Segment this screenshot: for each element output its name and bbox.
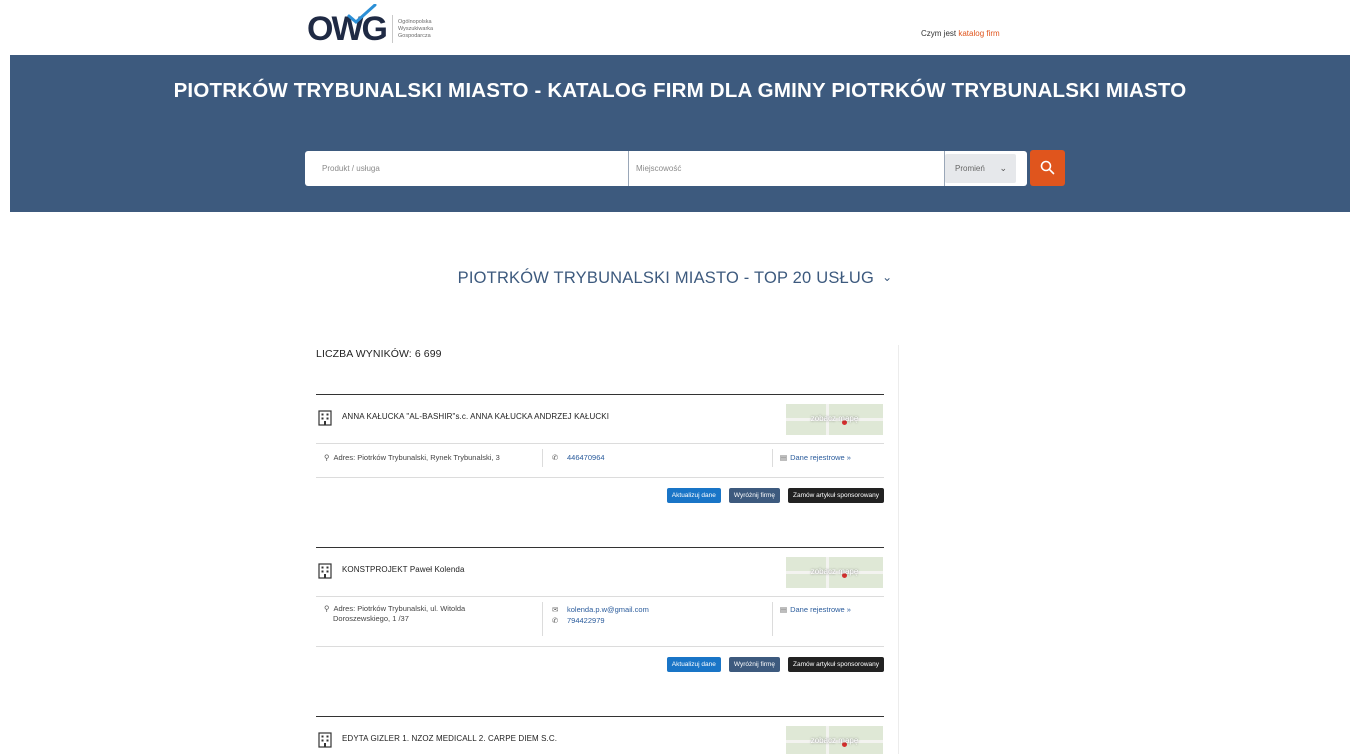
top20-services-toggle[interactable]: PIOTRKÓW TRYBUNALSKI MIASTO - TOP 20 USŁ… xyxy=(0,269,1350,288)
company-name[interactable]: ANNA KAŁUCKA "AL-BASHIR"s.c. ANNA KAŁUCK… xyxy=(342,412,609,421)
document-icon: ▤ xyxy=(780,453,788,462)
top-bar: OWG Ogólnopolska Wyszukiwarka Gospodarcz… xyxy=(0,0,1350,55)
product-search-input[interactable]: Produkt / usługa xyxy=(322,151,622,186)
feature-company-button[interactable]: Wyróżnij firmę xyxy=(728,488,781,503)
phone-icon: ✆ xyxy=(552,615,559,625)
update-data-button[interactable]: Aktualizuj dane xyxy=(666,488,721,503)
phone-icon: ✆ xyxy=(552,453,559,462)
order-article-button[interactable]: Zamów artykuł sponsorowany xyxy=(788,657,884,672)
column-separator xyxy=(772,602,773,636)
page-title: PIOTRKÓW TRYBUNALSKI MIASTO - KATALOG FI… xyxy=(173,79,1187,102)
card-header: KONSTPROJEKT Paweł Kolenda zobacz mapę xyxy=(316,548,884,596)
map-thumbnail[interactable]: zobacz mapę xyxy=(786,404,883,435)
card-divider xyxy=(316,477,884,478)
logo-text: Ogólnopolska Wyszukiwarka Gospodarcza xyxy=(397,18,434,39)
map-link-label: zobacz mapę xyxy=(810,414,859,423)
chevron-down-icon: ⌄ xyxy=(882,270,893,284)
what-is-catalog-link[interactable]: Czym jest katalog firm xyxy=(921,29,1000,38)
search-icon xyxy=(1040,160,1055,175)
city-search-input[interactable]: Miejscowość xyxy=(636,151,936,186)
hero-banner: PIOTRKÓW TRYBUNALSKI MIASTO - KATALOG FI… xyxy=(10,55,1350,212)
company-contacts: ✉ kolenda.p.w@gmail.com ✆ 794422979 xyxy=(552,605,649,626)
registry-data-link[interactable]: ▤ Dane rejestrowe » xyxy=(780,453,851,462)
feature-company-button[interactable]: Wyróżnij firmę xyxy=(728,657,781,672)
map-link-label: zobacz mapę xyxy=(810,736,859,745)
company-name[interactable]: KONSTPROJEKT Paweł Kolenda xyxy=(342,565,465,574)
document-icon: ▤ xyxy=(780,605,788,614)
logo-mark: OWG xyxy=(307,4,388,46)
registry-data-link[interactable]: ▤ Dane rejestrowe » xyxy=(780,605,851,614)
column-separator xyxy=(772,449,773,467)
company-phone[interactable]: ✆ 794422979 xyxy=(552,616,649,627)
chevron-down-icon: ⌄ xyxy=(999,163,1007,173)
radius-label: Promień xyxy=(955,164,985,173)
results-count: LICZBA WYNIKÓW: 6 699 xyxy=(316,348,442,360)
building-icon xyxy=(318,563,332,579)
column-separator xyxy=(542,602,543,636)
location-pin-icon: ⚲ xyxy=(324,453,330,462)
radius-select[interactable]: Promień ⌄ xyxy=(945,154,1016,183)
order-article-button[interactable]: Zamów artykuł sponsorowany xyxy=(788,488,884,503)
site-logo[interactable]: OWG Ogólnopolska Wyszukiwarka Gospodarcz… xyxy=(307,4,434,46)
company-phone[interactable]: ✆ 446470964 xyxy=(552,453,605,464)
column-divider xyxy=(898,345,899,754)
envelope-icon: ✉ xyxy=(552,605,559,614)
card-divider xyxy=(316,646,884,647)
card-header: EDYTA GIZLER 1. NZOZ MEDICALL 2. CARPE D… xyxy=(316,717,884,754)
map-link-label: zobacz mapę xyxy=(810,567,859,576)
card-header: ANNA KAŁUCKA "AL-BASHIR"s.c. ANNA KAŁUCK… xyxy=(316,395,884,443)
search-button[interactable] xyxy=(1030,150,1065,186)
map-thumbnail[interactable]: zobacz mapę xyxy=(786,557,883,588)
search-form: Produkt / usługa Miejscowość Promień ⌄ xyxy=(305,151,1027,186)
card-actions: Aktualizuj dane Wyróżnij firmę Zamów art… xyxy=(666,657,884,672)
logo-check-icon xyxy=(347,4,377,24)
card-divider xyxy=(316,596,884,597)
logo-separator xyxy=(391,15,393,43)
map-thumbnail[interactable]: zobacz mapę xyxy=(786,726,883,754)
company-card: ANNA KAŁUCKA "AL-BASHIR"s.c. ANNA KAŁUCK… xyxy=(316,394,884,514)
column-separator xyxy=(542,449,543,467)
company-name[interactable]: EDYTA GIZLER 1. NZOZ MEDICALL 2. CARPE D… xyxy=(342,734,557,743)
card-actions: Aktualizuj dane Wyróżnij firmę Zamów art… xyxy=(666,488,884,503)
top20-label: PIOTRKÓW TRYBUNALSKI MIASTO - TOP 20 USŁ… xyxy=(457,269,875,287)
location-pin-icon: ⚲ xyxy=(324,604,330,613)
company-address: ⚲ Adres: Piotrków Trybunalski, Rynek Tryb… xyxy=(324,453,500,462)
building-icon xyxy=(318,732,332,748)
card-divider xyxy=(316,443,884,444)
company-email[interactable]: ✉ kolenda.p.w@gmail.com xyxy=(552,605,649,616)
building-icon xyxy=(318,410,332,426)
company-address: ⚲ Adres: Piotrków Trybunalski, ul. Witold… xyxy=(324,604,466,623)
search-divider xyxy=(628,151,629,186)
company-card: EDYTA GIZLER 1. NZOZ MEDICALL 2. CARPE D… xyxy=(316,716,884,754)
company-card: KONSTPROJEKT Paweł Kolenda zobacz mapę ⚲… xyxy=(316,547,884,677)
update-data-button[interactable]: Aktualizuj dane xyxy=(666,657,721,672)
